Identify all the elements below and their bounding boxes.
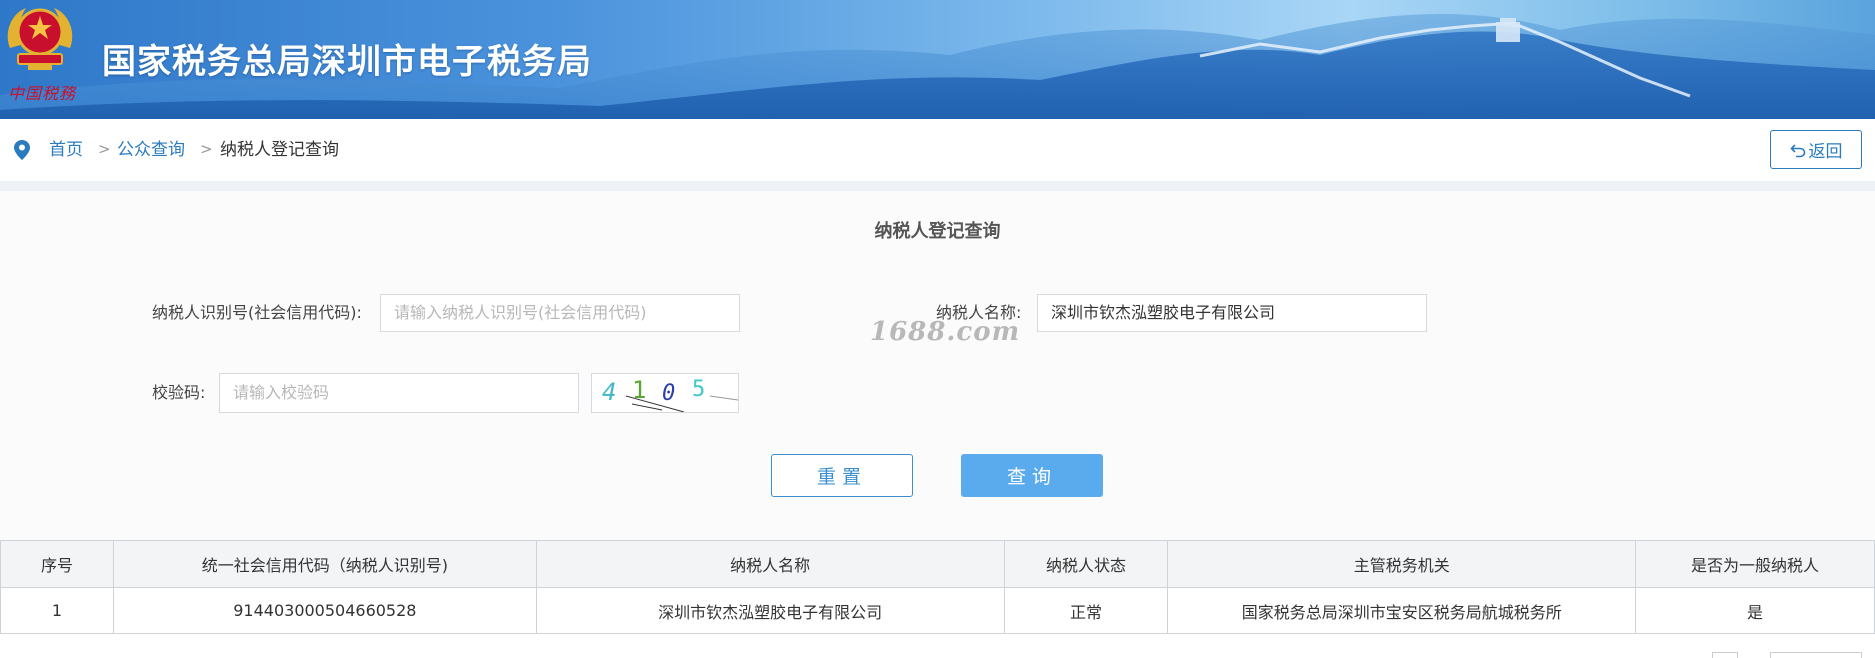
cell-general-taxpayer: 是	[1635, 587, 1875, 634]
captcha-label: 校验码:	[152, 383, 206, 402]
captcha-char: 5	[692, 377, 705, 402]
site-title: 国家税务总局深圳市电子税务局	[102, 42, 592, 82]
cell-taxpayer-name: 深圳市钦杰泓塑胶电子有限公司	[535, 587, 1005, 634]
taxpayer-id-label: 纳税人识别号(社会信用代码):	[152, 303, 362, 322]
breadcrumb-current-page: 纳税人登记查询	[220, 140, 339, 160]
site-banner: 中国税務 国家税务总局深圳市电子税务局	[0, 0, 1875, 119]
cell-tax-authority: 国家税务总局深圳市宝安区税务局航城税务所	[1167, 587, 1637, 634]
column-header: 统一社会信用代码（纳税人识别号)	[112, 540, 537, 588]
breadcrumb-public-query-link[interactable]: 公众查询	[117, 140, 185, 160]
cell-status: 正常	[1003, 587, 1169, 634]
column-header: 主管税务机关	[1167, 540, 1637, 588]
undo-icon	[1789, 143, 1805, 157]
captcha-char: 4	[602, 378, 616, 406]
watermark-text: 1688.com	[870, 317, 1021, 347]
captcha-input[interactable]: 请输入校验码	[219, 373, 579, 413]
table-row[interactable]: 1 914403000504660528 深圳市钦杰泓塑胶电子有限公司 正常 国…	[0, 587, 1875, 634]
breadcrumb: 首页 > 公众查询 > 纳税人登记查询 返回	[0, 119, 1875, 181]
taxpayer-id-input[interactable]: 请输入纳税人识别号(社会信用代码)	[380, 294, 740, 332]
breadcrumb-separator: >	[98, 140, 111, 158]
location-pin-icon	[14, 140, 30, 160]
breadcrumb-separator: >	[200, 140, 213, 158]
back-button-label: 返回	[1808, 142, 1843, 162]
column-header: 纳税人状态	[1003, 540, 1169, 588]
captcha-image[interactable]: 4 1 0 5	[591, 373, 739, 413]
signature-text: 中国税務	[8, 84, 77, 103]
cell-index: 1	[0, 587, 114, 634]
column-header: 纳税人名称	[535, 540, 1005, 588]
query-button[interactable]: 查询	[961, 454, 1103, 497]
breadcrumb-home-link[interactable]: 首页	[49, 140, 83, 160]
query-form: 纳税人登记查询 纳税人识别号(社会信用代码): 请输入纳税人识别号(社会信用代码…	[0, 191, 1875, 540]
form-title: 纳税人登记查询	[874, 221, 1001, 242]
cell-credit-code: 914403000504660528	[112, 587, 537, 634]
column-header: 是否为一般纳税人	[1635, 540, 1875, 588]
section-divider	[0, 181, 1875, 191]
captcha-char: 1	[632, 376, 646, 404]
results-table: 序号 统一社会信用代码（纳税人识别号) 纳税人名称 纳税人状态 主管税务机关 是…	[0, 540, 1875, 634]
column-header: 序号	[0, 540, 114, 588]
taxpayer-name-input[interactable]: 深圳市钦杰泓塑胶电子有限公司	[1037, 294, 1427, 332]
table-header-row: 序号 统一社会信用代码（纳税人识别号) 纳税人名称 纳税人状态 主管税务机关 是…	[0, 540, 1875, 588]
national-emblem-icon	[7, 8, 73, 70]
reset-button[interactable]: 重置	[771, 454, 913, 497]
captcha-char: 0	[662, 381, 675, 406]
back-button[interactable]: 返回	[1770, 130, 1862, 169]
pagination-size-select[interactable]	[1770, 652, 1862, 658]
captcha-graphic: 4 1 0 5	[602, 376, 739, 413]
pagination-current-page[interactable]	[1712, 652, 1738, 658]
